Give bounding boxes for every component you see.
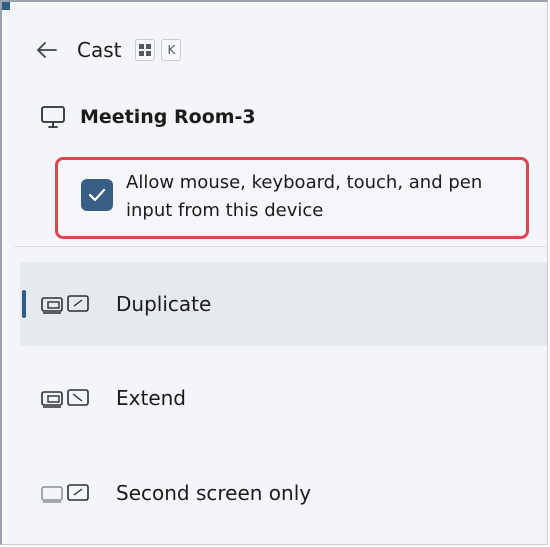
cast-header: Cast K <box>37 36 182 64</box>
mode-label: Second screen only <box>116 481 312 505</box>
mode-duplicate[interactable]: Duplicate <box>20 262 547 346</box>
mode-label: Duplicate <box>116 292 212 316</box>
second-screen-only-icon <box>40 481 96 505</box>
section-divider <box>14 246 547 247</box>
back-button[interactable] <box>33 36 61 64</box>
mode-extend[interactable]: Extend <box>20 356 547 440</box>
windows-key-icon <box>135 39 156 61</box>
checkmark-icon <box>88 188 106 202</box>
duplicate-icon <box>40 292 96 316</box>
frame-corner <box>2 2 10 10</box>
k-key: K <box>161 39 182 61</box>
selection-indicator <box>22 290 26 318</box>
device-row: Meeting Room-3 <box>40 102 256 132</box>
extend-icon <box>40 386 96 410</box>
monitor-icon <box>41 106 65 128</box>
allow-input-checkbox[interactable] <box>81 179 113 211</box>
cast-panel: Cast K Meeting Room-3 Allow mouse, keybo… <box>0 0 548 545</box>
device-name: Meeting Room-3 <box>80 106 256 128</box>
allow-input-label: Allow mouse, keyboard, touch, and pen in… <box>126 172 483 221</box>
back-arrow-icon <box>37 42 57 58</box>
page-title: Cast <box>77 38 122 62</box>
mode-second-screen-only[interactable]: Second screen only <box>20 451 547 535</box>
mode-label: Extend <box>116 386 186 410</box>
input-permission-option: Allow mouse, keyboard, touch, and pen in… <box>55 157 529 239</box>
